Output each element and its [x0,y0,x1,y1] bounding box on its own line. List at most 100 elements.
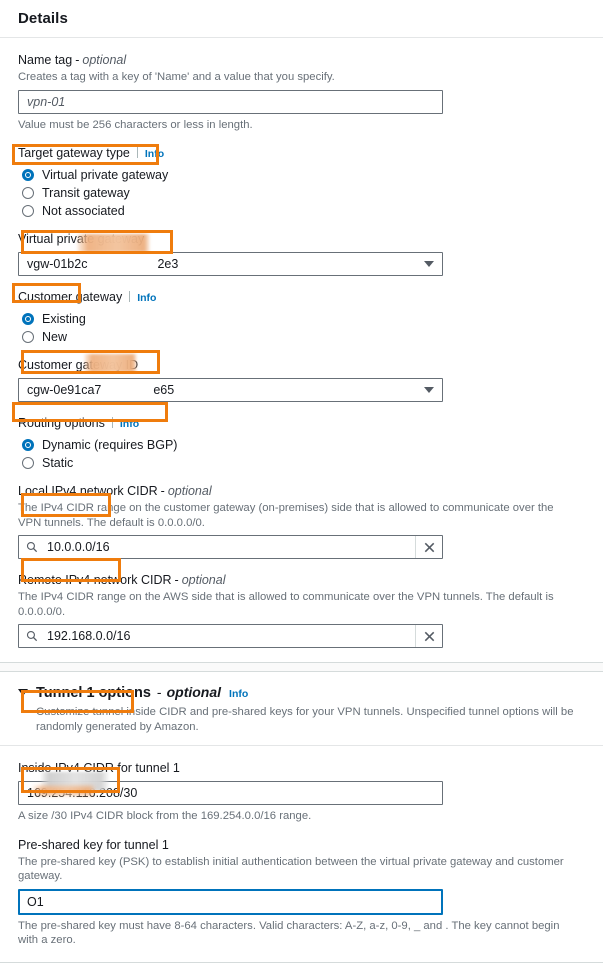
radio-icon[interactable] [22,187,34,199]
radio-option-static[interactable]: Static [18,454,585,472]
radio-label: Existing [42,312,86,326]
remote-cidr-input-wrap: 192.168.0.0/16 [18,624,443,648]
routing-options-info-link[interactable]: Info [120,416,139,432]
radio-option-virtual-private-gateway[interactable]: Virtual private gateway [18,166,585,184]
name-tag-label: Name tag - optional [18,52,585,68]
target-gateway-type-field: Target gateway type Info Virtual private… [18,145,585,220]
virtual-private-gateway-select-wrap: vgw-01b2c 2e3 [18,252,443,276]
local-cidr-optional: optional [167,484,212,498]
name-tag-footer-hint: Value must be 256 characters or less in … [18,118,253,131]
psk-input-wrap: O1 [18,888,443,915]
psk-field: Pre-shared key for tunnel 1 The pre-shar… [18,837,585,948]
close-icon [424,542,434,552]
customer-gateway-id-select[interactable]: cgw-0e91ca7 e65 [18,378,443,402]
name-tag-hint: Creates a tag with a key of 'Name' and a… [18,71,335,83]
radio-icon-selected[interactable] [22,169,34,181]
psk-input[interactable]: O1 [18,888,443,915]
customer-gateway-label-text: Customer gateway [18,290,123,304]
psk-hint: The pre-shared key (PSK) to establish in… [18,855,564,883]
customer-gateway-info-link[interactable]: Info [137,290,156,306]
local-cidr-label-text: Local IPv4 network CIDR [18,484,158,498]
vpg-value-suffix: 2e3 [157,257,179,271]
name-tag-input-wrap: vpn-01 [18,89,443,114]
details-card: Details Name tag - optional Creates a ta… [0,0,603,663]
radio-label: Dynamic (requires BGP) [42,438,178,452]
radio-label: New [42,330,68,344]
tunnel-1-info-link[interactable]: Info [229,688,248,700]
remote-cidr-label: Remote IPv4 network CIDR - optional [18,572,585,588]
radio-option-dynamic-bgp[interactable]: Dynamic (requires BGP) [18,436,585,454]
close-icon [424,631,434,641]
local-cidr-hint: The IPv4 CIDR range on the customer gate… [18,502,554,529]
virtual-private-gateway-select[interactable]: vgw-01b2c 2e3 [18,252,443,276]
routing-options-radio-group: Dynamic (requires BGP) Static [18,436,585,472]
clear-local-cidr-button[interactable] [415,536,442,558]
radio-icon-selected[interactable] [22,313,34,325]
page-title: Details [18,10,68,27]
chevron-down-icon[interactable] [18,689,28,696]
tunnel-1-optional: optional [166,684,222,700]
customer-gateway-id-select-wrap: cgw-0e91ca7 e65 [18,378,443,402]
tunnel-1-description: Customize tunnel inside CIDR and pre-sha… [36,706,574,733]
details-card-header: Details [0,0,603,38]
remote-cidr-optional: optional [181,573,226,587]
target-gateway-type-label: Target gateway type Info [18,145,585,162]
cgw-value-prefix: cgw-0e91ca7 [27,383,102,397]
dash: - [156,684,162,700]
name-tag-input[interactable]: vpn-01 [18,89,443,114]
inside-cidr-label: Inside IPv4 CIDR for tunnel 1 [18,761,180,775]
vpn-create-form-page: Details Name tag - optional Creates a ta… [0,0,603,963]
dash: - [174,573,179,587]
customer-gateway-id-label: Customer gateway ID [18,358,139,372]
divider [136,147,138,158]
inside-cidr-footer-hint: A size /30 IPv4 CIDR block from the 169.… [18,810,312,822]
radio-option-transit-gateway[interactable]: Transit gateway [18,184,585,202]
divider [111,417,113,428]
remote-cidr-label-text: Remote IPv4 network CIDR [18,573,172,587]
radio-icon[interactable] [22,331,34,343]
tunnel-1-title: Tunnel 1 options [36,685,151,701]
inside-cidr-input-wrap: 169.254.116.208/30 [18,781,443,805]
psk-footer-hint: The pre-shared key must have 8-64 charac… [18,919,560,947]
local-cidr-input[interactable]: 10.0.0.0/16 [18,535,443,559]
routing-options-field: Routing options Info Dynamic (requires B… [18,415,585,472]
name-tag-optional: optional [82,53,127,67]
radio-icon[interactable] [22,205,34,217]
tunnel-1-options-card: Tunnel 1 options - optional Info Customi… [0,671,603,963]
psk-label: Pre-shared key for tunnel 1 [18,837,169,852]
inside-cidr-field: Inside IPv4 CIDR for tunnel 1 169.254.11… [18,760,585,824]
virtual-private-gateway-label: Virtual private gateway [18,232,145,246]
radio-label: Not associated [42,204,125,218]
routing-options-label: Routing options Info [18,415,585,432]
name-tag-label-text: Name tag [18,53,73,67]
customer-gateway-id-field: Customer gateway ID cgw-0e91ca7 e65 [18,357,585,402]
radio-icon-selected[interactable] [22,439,34,451]
radio-option-new[interactable]: New [18,328,585,346]
local-cidr-field: Local IPv4 network CIDR - optional The I… [18,483,585,559]
clear-remote-cidr-button[interactable] [415,625,442,647]
tunnel-1-expand-toggle[interactable]: Tunnel 1 options - optional Info [18,684,585,701]
remote-cidr-input[interactable]: 192.168.0.0/16 [18,624,443,648]
remote-cidr-field: Remote IPv4 network CIDR - optional The … [18,572,585,648]
tunnel-1-card-body: Inside IPv4 CIDR for tunnel 1 169.254.11… [0,746,603,962]
routing-options-label-text: Routing options [18,416,105,430]
customer-gateway-radio-group: Existing New [18,310,585,346]
local-cidr-label: Local IPv4 network CIDR - optional [18,483,585,499]
target-gateway-type-label-text: Target gateway type [18,146,130,160]
radio-label: Virtual private gateway [42,168,169,182]
cgw-value-suffix: e65 [153,383,175,397]
radio-option-existing[interactable]: Existing [18,310,585,328]
vpg-value-prefix: vgw-01b2c [27,257,88,271]
radio-option-not-associated[interactable]: Not associated [18,202,585,220]
radio-label: Transit gateway [42,186,130,200]
remote-cidr-hint: The IPv4 CIDR range on the AWS side that… [18,591,554,618]
name-tag-field: Name tag - optional Creates a tag with a… [18,52,585,132]
customer-gateway-label: Customer gateway Info [18,289,585,306]
customer-gateway-field: Customer gateway Info Existing New [18,289,585,346]
dash: - [75,53,80,67]
target-gateway-type-info-link[interactable]: Info [145,146,164,162]
radio-icon[interactable] [22,457,34,469]
divider [129,291,131,302]
local-cidr-input-wrap: 10.0.0.0/16 [18,535,443,559]
inside-cidr-input[interactable]: 169.254.116.208/30 [18,781,443,805]
